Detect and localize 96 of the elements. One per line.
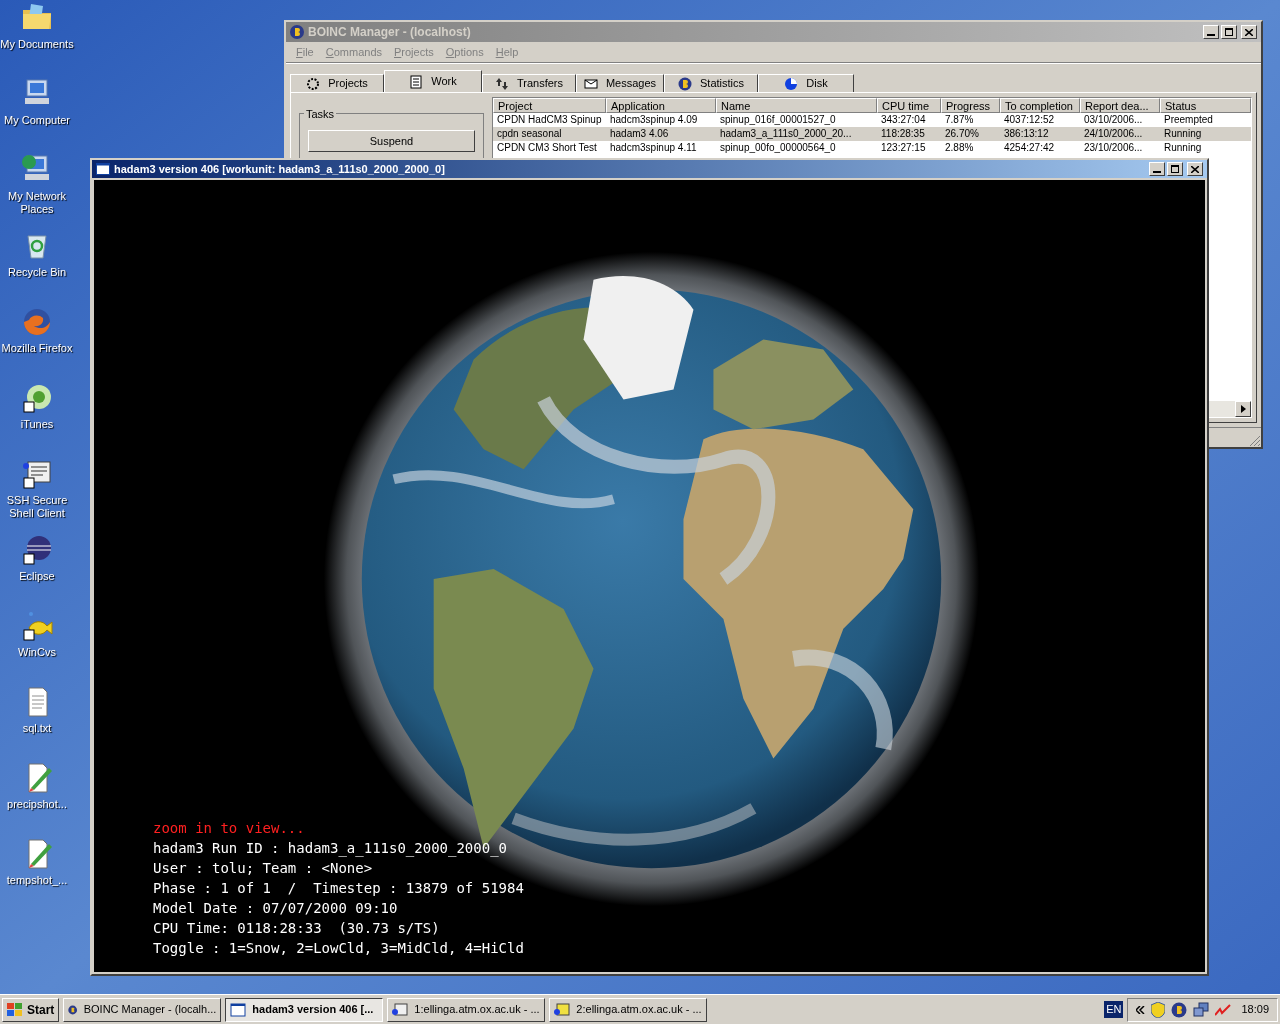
window-title: hadam3 version 406 [workunit: hadam3_a_111s0_2000_2000_0] <box>114 161 445 177</box>
info-line: User : tolu; Team : <None> <box>153 859 374 878</box>
terminal-icon <box>554 1001 571 1018</box>
desktop-icon-label[interactable]: My Computer <box>4 114 70 127</box>
close-icon <box>1245 28 1253 36</box>
network-icon[interactable] <box>1193 1001 1210 1018</box>
right-arrow-icon <box>1240 405 1246 413</box>
terminal-icon <box>392 1001 409 1018</box>
window-title: BOINC Manager - (localhost) <box>308 24 471 41</box>
logo-icon <box>678 76 692 91</box>
table-cell-text: 4254:27:42 <box>1003 141 1056 155</box>
tab[interactable]: Messages <box>576 74 664 92</box>
info-line: CPU Time: 0118:28:33 (30.73 s/TS) <box>153 919 441 938</box>
info-line: Phase : 1 of 1 / Timestep : 13879 of 51984 <box>153 879 524 898</box>
tab[interactable]: Disk <box>758 74 854 92</box>
window-icon <box>96 163 110 175</box>
table-cell-text: spinup_00fo_00000564_0 <box>719 141 837 155</box>
table-cell-text: Running <box>1163 141 1203 155</box>
desktop-icon-label[interactable]: precipshot... <box>7 798 67 811</box>
clock[interactable]: 18:09 <box>1241 1001 1269 1018</box>
table-cell-text: Running <box>1163 127 1203 141</box>
tab[interactable]: Statistics <box>664 74 758 92</box>
table-cell-text: 26.70% <box>944 127 980 141</box>
table-cell-text: hadcm3spinup 4.09 <box>609 113 699 127</box>
taskbar-button[interactable]: hadam3 version 406 [... <box>225 997 384 1022</box>
column-header[interactable]: Status <box>1160 98 1251 113</box>
desktop-icon-label[interactable]: Recycle Bin <box>7 266 67 279</box>
zoom-hint: zoom in to view... <box>153 819 306 838</box>
list-icon <box>409 74 424 89</box>
table-cell-text: hadcm3spinup 4.11 <box>609 141 698 155</box>
tab[interactable]: Work <box>384 70 482 92</box>
arrows-icon <box>494 76 509 91</box>
table-cell-text: 4037:12:52 <box>1003 113 1056 127</box>
suspend-button[interactable]: Suspend <box>308 130 475 152</box>
maximize-button[interactable] <box>1221 25 1237 39</box>
table-cell-text: CPDN HadCM3 Spinup <box>496 113 603 127</box>
taskbar-button[interactable]: 2:ellinga.atm.ox.ac.uk - ... <box>549 997 708 1022</box>
windows-logo-icon <box>7 1002 23 1017</box>
graph-line-icon[interactable] <box>1215 1003 1232 1016</box>
logo-icon[interactable] <box>1171 1001 1188 1018</box>
table-cell-text: Preempted <box>1163 113 1214 127</box>
desktop-icon-label[interactable]: sql.txt <box>22 722 52 735</box>
taskbar-button[interactable]: BOINC Manager - (localh... <box>63 997 222 1022</box>
table-cell-text: 7.87% <box>944 113 975 127</box>
resize-grip-icon[interactable] <box>1247 433 1261 447</box>
tab[interactable]: Transfers <box>482 74 576 92</box>
column-header[interactable]: Report dea... <box>1080 98 1160 113</box>
pie-icon <box>784 76 799 91</box>
column-header[interactable]: Progress <box>941 98 1000 113</box>
table-cell-text: cpdn seasonal <box>496 127 563 141</box>
logo-icon <box>290 25 304 39</box>
taskbar-button[interactable]: 1:ellinga.atm.ox.ac.uk - ... <box>387 997 546 1022</box>
desktop-icon-label[interactable]: WinCvs <box>18 646 56 659</box>
column-header[interactable]: Application <box>606 98 716 113</box>
desktop-icon-label[interactable]: Mozilla Firefox <box>1 342 73 355</box>
start-button[interactable]: Start <box>2 997 60 1022</box>
minimize-button[interactable] <box>1203 25 1219 39</box>
table-cell-text: 118:28:35 <box>880 127 926 141</box>
column-header[interactable]: CPU time <box>877 98 941 113</box>
desktop-icon-label[interactable]: Eclipse <box>19 570 55 583</box>
scrollbar-arrow-button[interactable] <box>1235 401 1251 417</box>
column-header[interactable]: To completion <box>1000 98 1080 113</box>
language-indicator[interactable]: EN <box>1104 1001 1124 1018</box>
table-cell-text: CPDN CM3 Short Test <box>496 141 598 155</box>
window-icon <box>230 1001 247 1018</box>
table-cell-text: spinup_016f_00001527_0 <box>719 113 837 127</box>
minimize-button[interactable] <box>1149 162 1165 176</box>
table-cell-text: 123:27:15 <box>880 141 927 155</box>
column-header[interactable]: Name <box>716 98 877 113</box>
table-cell-text: hadam3_a_111s0_2000_20... <box>719 127 853 141</box>
column-header[interactable]: Project <box>493 98 606 113</box>
gear-icon <box>306 76 321 91</box>
close-icon <box>1191 165 1199 173</box>
table-cell-text: 23/10/2006... <box>1083 141 1144 155</box>
close-button[interactable] <box>1241 25 1257 39</box>
table-cell-text: hadam3 4.06 <box>609 127 670 141</box>
tab[interactable]: Projects <box>290 74 384 92</box>
envelope-icon <box>583 76 598 91</box>
desktop-icon-label[interactable]: My Network Places <box>0 190 74 216</box>
table-cell-text: 386:13:12 <box>1003 127 1050 141</box>
desktop-icon-label[interactable]: SSH Secure Shell Client <box>0 494 74 520</box>
table-cell-text: 2.88% <box>944 141 975 155</box>
chevron-left-icon[interactable] <box>1136 1005 1146 1014</box>
info-line: hadam3 Run ID : hadam3_a_111s0_2000_2000_0 <box>153 839 508 858</box>
desktop-icon-label[interactable]: iTunes <box>20 418 54 431</box>
table-row[interactable]: cpdn seasonal hadam3 4.06 hadam3_a_111s0_2000_20... 118:28:35 26.70% 386:13:12 24/10/2006... Running <box>493 127 1251 141</box>
table-cell-text: 343:27:04 <box>880 113 927 127</box>
info-line: Model Date : 07/07/2000 09:10 <box>153 899 399 918</box>
table-cell-text: 24/10/2006... <box>1083 127 1144 141</box>
maximize-button[interactable] <box>1167 162 1183 176</box>
shield-icon[interactable] <box>1151 1001 1166 1018</box>
table-cell-text: 03/10/2006... <box>1083 113 1144 127</box>
desktop-icon-label[interactable]: tempshot_... <box>6 874 68 887</box>
close-button[interactable] <box>1187 162 1203 176</box>
info-line: Toggle : 1=Snow, 2=LowCld, 3=MidCld, 4=HiCld <box>153 939 524 958</box>
desktop-icon-label[interactable]: My Documents <box>0 38 74 51</box>
